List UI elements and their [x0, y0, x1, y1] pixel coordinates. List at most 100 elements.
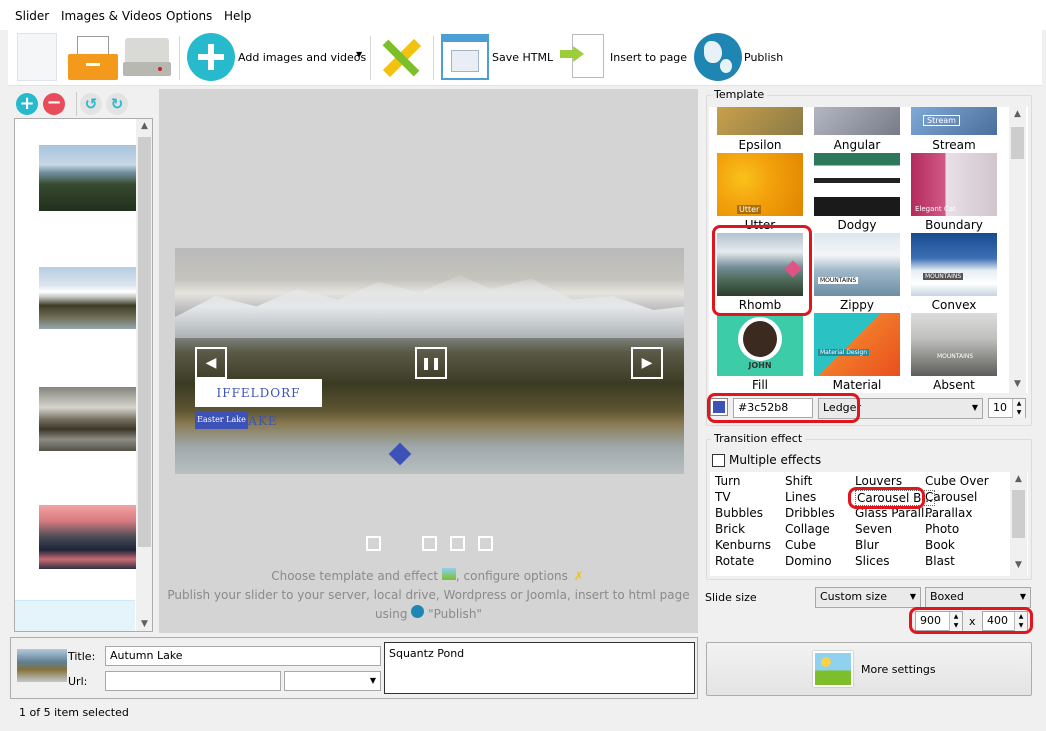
absent-thumb-text: MOUNTAINS: [937, 353, 974, 360]
template-thumb-material[interactable]: Material Design: [814, 313, 900, 376]
rotate-right-icon[interactable]: ↻: [106, 93, 128, 115]
stream-thumb-text: Stream: [923, 115, 960, 126]
template-thumb-fill[interactable]: JOHN: [717, 313, 803, 376]
font-size-input[interactable]: 10 ▲ ▼: [988, 398, 1026, 418]
effect-item[interactable]: Shift: [785, 474, 812, 488]
effect-item[interactable]: Cube Over: [925, 474, 989, 488]
slider-pause-button[interactable]: ❚❚: [415, 347, 447, 379]
transition-group-label: Transition effect: [711, 432, 806, 445]
effect-item[interactable]: Dribbles: [785, 506, 835, 520]
menu-slider[interactable]: Slider: [15, 9, 49, 23]
slide-size-mode-select[interactable]: Custom size: [815, 587, 921, 608]
insert-to-page-button[interactable]: Insert to page: [610, 51, 687, 64]
slider-dot[interactable]: [450, 536, 465, 551]
font-size-spinner[interactable]: ▲ ▼: [1012, 399, 1025, 418]
new-file-icon[interactable]: [17, 33, 57, 81]
slide-layout-select[interactable]: Boxed: [925, 587, 1031, 608]
save-html-icon[interactable]: [441, 34, 489, 80]
slide-thumbnail[interactable]: [39, 267, 139, 329]
template-label: Stream: [932, 138, 976, 152]
slide-thumbnail[interactable]: [39, 145, 139, 211]
slider-dot[interactable]: [366, 536, 381, 551]
effect-item[interactable]: Louvers: [855, 474, 902, 488]
template-group-label: Template: [711, 88, 768, 101]
menu-help[interactable]: Help: [224, 9, 251, 23]
effect-item[interactable]: Cube: [785, 538, 816, 552]
menu-images-videos[interactable]: Images & Videos: [61, 9, 162, 23]
effect-item[interactable]: Blast: [925, 554, 955, 568]
effect-item[interactable]: Photo: [925, 522, 959, 536]
effect-item[interactable]: TV: [715, 490, 731, 504]
effect-item[interactable]: Book: [925, 538, 955, 552]
description-textarea[interactable]: Squantz Pond: [384, 642, 695, 694]
more-settings-label: More settings: [861, 663, 936, 676]
url-input[interactable]: [105, 671, 281, 691]
selected-slide-item[interactable]: [15, 600, 135, 631]
insert-page-icon[interactable]: [560, 34, 606, 82]
multiple-effects-checkbox[interactable]: [712, 454, 725, 467]
save-html-button[interactable]: Save HTML: [492, 51, 553, 64]
publish-globe-icon[interactable]: [694, 33, 742, 81]
effect-item[interactable]: Rotate: [715, 554, 754, 568]
add-icon[interactable]: [187, 33, 235, 81]
template-thumb-stream[interactable]: Stream: [911, 107, 997, 135]
slider-dot[interactable]: [478, 536, 493, 551]
effect-item[interactable]: Blur: [855, 538, 879, 552]
add-item-icon[interactable]: +: [16, 93, 38, 115]
effect-item[interactable]: Domino: [785, 554, 832, 568]
effect-scrollbar[interactable]: ▲ ▼: [1010, 472, 1027, 576]
material-thumb-text: Material Design: [818, 349, 869, 356]
slider-prev-button[interactable]: ◀: [195, 347, 227, 379]
template-label: Dodgy: [837, 218, 877, 232]
template-thumb-utter[interactable]: Utter: [717, 153, 803, 216]
remove-item-icon[interactable]: −: [43, 93, 65, 115]
add-images-button[interactable]: Add images and videos: [238, 51, 366, 64]
effect-item[interactable]: Kenburns: [715, 538, 771, 552]
effect-item[interactable]: Bubbles: [715, 506, 763, 520]
template-thumb-angular[interactable]: [814, 107, 900, 135]
slide-list-scrollbar[interactable]: ▲ ▼: [136, 119, 152, 631]
title-input[interactable]: Autumn Lake: [105, 646, 381, 666]
template-thumb-absent[interactable]: MOUNTAINS: [911, 313, 997, 376]
menu-options[interactable]: Options: [166, 9, 212, 23]
slide-thumbnail[interactable]: [39, 387, 139, 451]
template-label: Convex: [931, 298, 977, 312]
drive-icon[interactable]: [123, 38, 173, 76]
slider-dot[interactable]: [422, 536, 437, 551]
effect-item[interactable]: Parallax: [925, 506, 972, 520]
slide-thumbnail[interactable]: [39, 505, 139, 569]
template-scrollbar[interactable]: ▲ ▼: [1009, 107, 1026, 393]
more-settings-icon: [813, 651, 853, 687]
url-target-select[interactable]: ▼: [284, 671, 381, 691]
template-thumb-epsilon[interactable]: [717, 107, 803, 135]
template-thumb-dodgy[interactable]: [814, 153, 900, 216]
convex-thumb-text: MOUNTAINS: [923, 273, 964, 280]
slide-size-label: Slide size: [705, 591, 757, 604]
publish-button[interactable]: Publish: [744, 51, 783, 64]
effect-item[interactable]: Lines: [785, 490, 816, 504]
effect-item[interactable]: Carousel: [925, 490, 977, 504]
effect-item[interactable]: Seven: [855, 522, 892, 536]
template-thumb-convex[interactable]: MOUNTAINS: [911, 233, 997, 296]
effect-item[interactable]: Brick: [715, 522, 745, 536]
effect-item[interactable]: Turn: [715, 474, 740, 488]
template-label: Fill: [751, 378, 769, 392]
more-settings-button[interactable]: More settings: [706, 642, 1032, 696]
rotate-left-icon[interactable]: ↺: [80, 93, 102, 115]
effect-item[interactable]: Collage: [785, 522, 830, 536]
zippy-thumb-text: MOUNTAINS: [818, 277, 859, 284]
slide-list[interactable]: ▲ ▼: [14, 118, 153, 632]
add-dropdown-icon[interactable]: ▼: [356, 50, 362, 59]
slider-next-button[interactable]: ▶: [631, 347, 663, 379]
tools-icon[interactable]: [377, 34, 425, 82]
item-details: Title: Autumn Lake Url: ▼ Squantz Pond: [10, 637, 698, 699]
effect-item[interactable]: Slices: [855, 554, 890, 568]
open-folder-icon[interactable]: [68, 36, 118, 80]
template-label: Material: [832, 378, 882, 392]
template-thumb-boundary[interactable]: Elegant Cat: [911, 153, 997, 216]
item-thumbnail: [17, 649, 67, 682]
template-thumb-zippy[interactable]: MOUNTAINS: [814, 233, 900, 296]
preview-hint: Choose template and effect , configure o…: [159, 567, 698, 624]
list-toolbar: + − ↺ ↻: [14, 90, 154, 120]
hint-line1b: , configure options: [455, 569, 568, 583]
